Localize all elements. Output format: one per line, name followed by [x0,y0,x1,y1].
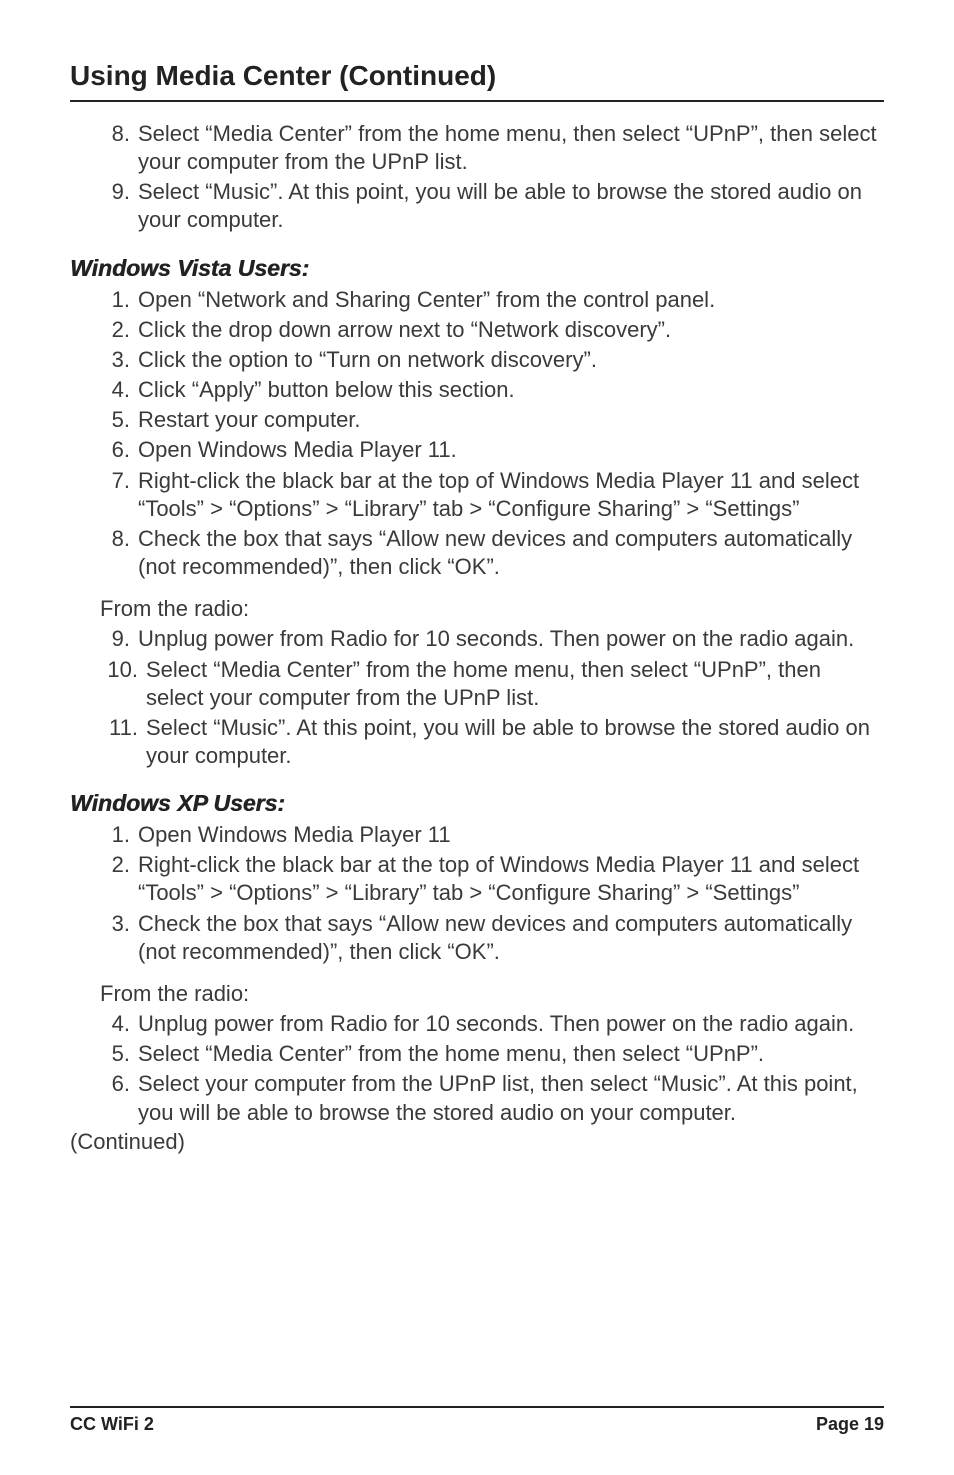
item-text: Open “Network and Sharing Center” from t… [138,286,884,314]
list-item: 3.Check the box that says “Allow new dev… [100,910,884,966]
item-text: Restart your computer. [138,406,884,434]
item-text: Select “Media Center” from the home menu… [138,120,884,176]
item-number: 5. [100,406,138,434]
item-number: 11. [100,714,146,770]
item-number: 8. [100,525,138,581]
item-number: 2. [100,316,138,344]
item-text: Select “Media Center” from the home menu… [138,1040,884,1068]
list-item: 4.Unplug power from Radio for 10 seconds… [100,1010,884,1038]
item-text: Click the option to “Turn on network dis… [138,346,884,374]
list-item: 3.Click the option to “Turn on network d… [100,346,884,374]
list-item: 6.Open Windows Media Player 11. [100,436,884,464]
continued-label: (Continued) [70,1129,884,1155]
section-heading-xp: Windows XP Users: [70,790,884,817]
top-list: 8.Select “Media Center” from the home me… [100,120,884,235]
list-item: 8.Select “Media Center” from the home me… [100,120,884,176]
footer-right: Page 19 [816,1414,884,1435]
item-text: Open Windows Media Player 11 [138,821,884,849]
list-item: 1.Open Windows Media Player 11 [100,821,884,849]
item-number: 1. [100,286,138,314]
list-item: 1.Open “Network and Sharing Center” from… [100,286,884,314]
page-footer: CC WiFi 2 Page 19 [70,1406,884,1435]
xp-list-a: 1.Open Windows Media Player 11 2.Right-c… [100,821,884,966]
list-item: 10.Select “Media Center” from the home m… [100,656,884,712]
item-text: Select “Music”. At this point, you will … [138,178,884,234]
item-text: Select “Media Center” from the home menu… [146,656,884,712]
item-text: Right-click the black bar at the top of … [138,851,884,907]
item-number: 3. [100,910,138,966]
from-radio-label: From the radio: [100,595,884,623]
list-item: 5.Restart your computer. [100,406,884,434]
from-radio-label: From the radio: [100,980,884,1008]
item-text: Right-click the black bar at the top of … [138,467,884,523]
item-number: 3. [100,346,138,374]
list-item: 2.Click the drop down arrow next to “Net… [100,316,884,344]
item-number: 10. [100,656,146,712]
item-text: Unplug power from Radio for 10 seconds. … [138,1010,884,1038]
list-item: 2.Right-click the black bar at the top o… [100,851,884,907]
footer-left: CC WiFi 2 [70,1414,154,1435]
list-item: 4.Click “Apply” button below this sectio… [100,376,884,404]
item-number: 9. [100,178,138,234]
item-text: Click “Apply” button below this section. [138,376,884,404]
item-number: 2. [100,851,138,907]
item-text: Select “Music”. At this point, you will … [146,714,884,770]
heading-rule [70,100,884,102]
list-item: 9.Unplug power from Radio for 10 seconds… [100,625,884,653]
item-number: 4. [100,376,138,404]
item-number: 1. [100,821,138,849]
vista-list-a: 1.Open “Network and Sharing Center” from… [100,286,884,582]
item-text: Check the box that says “Allow new devic… [138,525,884,581]
item-text: Unplug power from Radio for 10 seconds. … [138,625,884,653]
item-text: Select your computer from the UPnP list,… [138,1070,884,1126]
page-title: Using Media Center (Continued) [70,60,884,92]
list-item: 5.Select “Media Center” from the home me… [100,1040,884,1068]
vista-list-b: 9.Unplug power from Radio for 10 seconds… [100,625,884,770]
item-number: 6. [100,436,138,464]
item-number: 4. [100,1010,138,1038]
item-number: 8. [100,120,138,176]
item-number: 9. [100,625,138,653]
item-number: 7. [100,467,138,523]
list-item: 8.Check the box that says “Allow new dev… [100,525,884,581]
item-number: 5. [100,1040,138,1068]
list-item: 11.Select “Music”. At this point, you wi… [100,714,884,770]
list-item: 6.Select your computer from the UPnP lis… [100,1070,884,1126]
list-item: 7.Right-click the black bar at the top o… [100,467,884,523]
item-number: 6. [100,1070,138,1126]
item-text: Click the drop down arrow next to “Netwo… [138,316,884,344]
section-heading-vista: Windows Vista Users: [70,255,884,282]
xp-list-b: 4.Unplug power from Radio for 10 seconds… [100,1010,884,1127]
item-text: Open Windows Media Player 11. [138,436,884,464]
list-item: 9.Select “Music”. At this point, you wil… [100,178,884,234]
item-text: Check the box that says “Allow new devic… [138,910,884,966]
